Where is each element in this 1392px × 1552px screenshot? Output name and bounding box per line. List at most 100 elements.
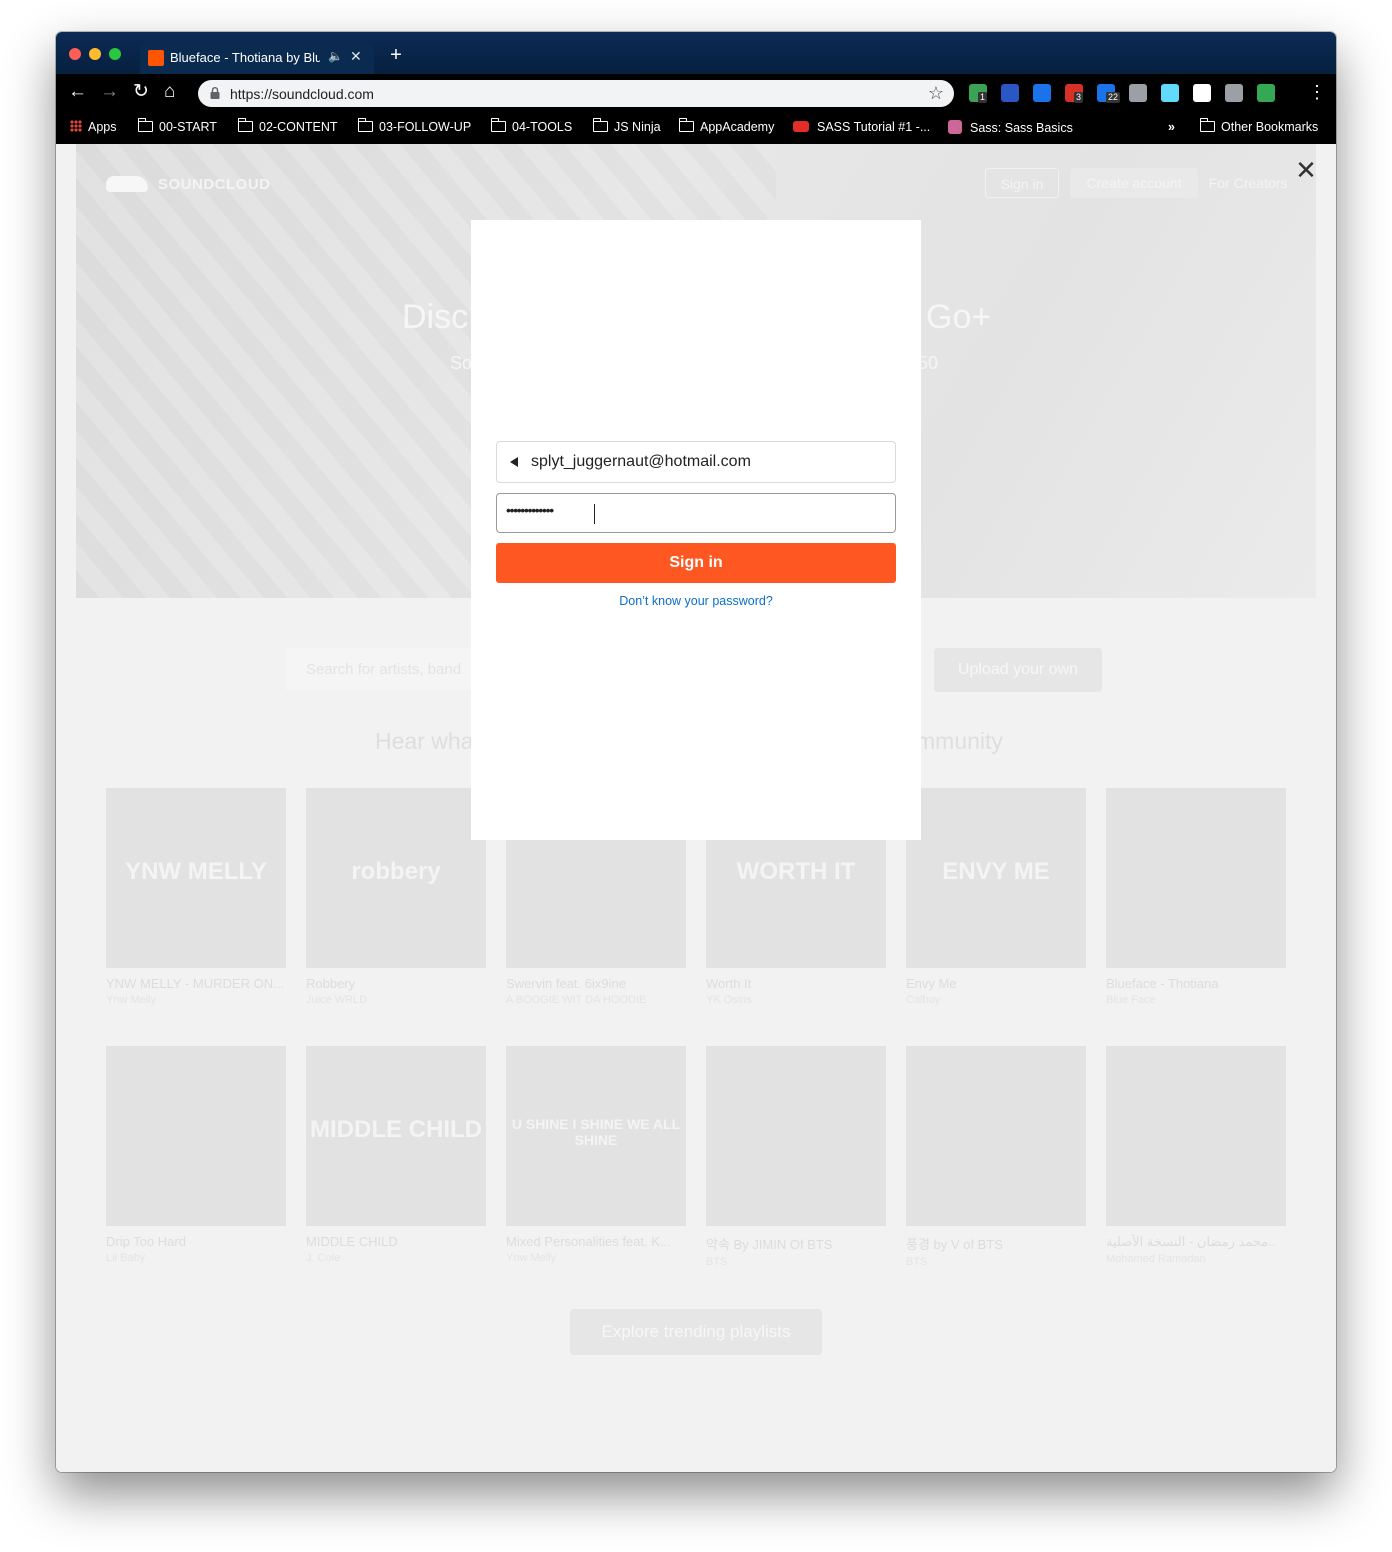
email-field[interactable]: splyt_juggernaut@hotmail.com (496, 441, 896, 483)
track-tile[interactable]: ENVY ME Envy Me Calboy (906, 788, 1086, 1006)
forward-arrow-icon[interactable]: → (100, 82, 119, 102)
extension-badge: 1 (978, 92, 988, 103)
target-ext-icon[interactable] (1193, 84, 1211, 102)
track-artwork[interactable]: MIDDLE CHILD (306, 1046, 486, 1226)
track-artwork[interactable] (106, 1046, 286, 1226)
new-tab-button[interactable]: + (386, 45, 406, 66)
tab-soundcloud[interactable]: Blueface - Thotiana by Blueface 🔈 ✕ (140, 41, 374, 74)
react-ext-icon[interactable] (1161, 84, 1179, 102)
email-value: splyt_juggernaut@hotmail.com (531, 453, 751, 470)
track-title[interactable]: 풍경 by V of BTS (906, 1234, 1086, 1253)
track-artwork[interactable] (706, 1046, 886, 1226)
check-ext-icon[interactable]: 1 (969, 84, 988, 103)
create-account-button[interactable]: Create account (1070, 168, 1198, 198)
bookmark-03-follow-up[interactable]: 03-FOLLOW-UP (357, 118, 471, 134)
zoom-window-button[interactable] (109, 48, 121, 60)
explore-playlists-button[interactable]: Explore trending playlists (570, 1309, 822, 1355)
bulb-ext-icon[interactable] (1129, 84, 1147, 102)
back-arrow-icon[interactable]: ← (68, 82, 87, 102)
text-caret (594, 504, 595, 524)
track-tile[interactable]: 풍경 by V of BTS BTS (906, 1046, 1086, 1268)
track-title[interactable]: Robbery (306, 976, 486, 991)
track-artwork[interactable]: ENVY ME (906, 788, 1086, 968)
bookmark-00-start[interactable]: 00-START (137, 118, 217, 134)
track-tile[interactable]: Blueface - Thotiana Blue Face (1106, 788, 1286, 1006)
track-artist[interactable]: Lil Baby (106, 1252, 286, 1264)
bookmark-appacademy[interactable]: AppAcademy (678, 118, 774, 134)
track-artist[interactable]: A BOOGIE WIT DA HOODIE (506, 994, 686, 1006)
bookmark-04-tools[interactable]: 04-TOOLS (490, 118, 572, 134)
password-field[interactable]: ••••••••••••• (496, 493, 896, 533)
plant-ext-icon[interactable] (1257, 84, 1275, 102)
upload-button[interactable]: Upload your own (934, 648, 1102, 692)
track-title[interactable]: Drip Too Hard (106, 1234, 286, 1249)
track-artwork[interactable] (1106, 1046, 1286, 1226)
track-tile[interactable]: robbery Robbery Juice WRLD (306, 788, 486, 1006)
close-modal-icon[interactable]: ✕ (1294, 157, 1318, 183)
track-artist[interactable]: Blue Face (1106, 994, 1286, 1006)
bookmarks-overflow-button[interactable]: » (1168, 120, 1175, 134)
soundcloud-logo[interactable]: SOUNDCLOUD (106, 176, 271, 193)
track-title[interactable]: Worth It (706, 976, 886, 991)
track-title[interactable]: Swervin feat. 6ix9ine (506, 976, 686, 991)
close-tab-icon[interactable]: ✕ (350, 48, 362, 65)
bookmark-sass-basics[interactable]: Sass: Sass Basics (948, 120, 1073, 135)
track-tile[interactable]: U SHINE I SHINE WE ALL SHINE Mixed Person… (506, 1046, 686, 1264)
bookmark-02-content[interactable]: 02-CONTENT (237, 118, 337, 134)
track-tile[interactable]: Drip Too Hard Lil Baby (106, 1046, 286, 1264)
header-signin-button[interactable]: Sign in (985, 168, 1059, 198)
signin-button[interactable]: Sign in (496, 543, 896, 583)
bookmark-apps[interactable]: Apps (70, 120, 117, 134)
sync-ext-icon[interactable] (1225, 84, 1243, 102)
track-artist[interactable]: J. Cole (306, 1252, 486, 1264)
home-icon[interactable]: ⌂ (164, 82, 175, 102)
bookmark-sass-tutorial[interactable]: SASS Tutorial #1 -... (793, 120, 930, 134)
grammarly-ext-icon[interactable] (1033, 84, 1051, 102)
bookmarks-bar: Apps 00-START 02-CONTENT 03-FOLLOW-UP 04… (56, 112, 1336, 144)
bookmark-star-icon[interactable]: ☆ (928, 83, 944, 104)
track-title[interactable]: MIDDLE CHILD (306, 1234, 486, 1249)
track-artist[interactable]: Calboy (906, 994, 1086, 1006)
minimize-window-button[interactable] (89, 48, 101, 60)
track-artist[interactable]: Mohamed Ramadan (1106, 1253, 1286, 1265)
forgot-password-link[interactable]: Don’t know your password? (496, 594, 896, 608)
track-artwork[interactable]: U SHINE I SHINE WE ALL SHINE (506, 1046, 686, 1226)
track-artist[interactable]: Ynw Melly (106, 994, 286, 1006)
signin-modal: splyt_juggernaut@hotmail.com •••••••••••… (471, 220, 921, 840)
track-artist[interactable]: Ynw Melly (506, 1252, 686, 1264)
other-bookmarks[interactable]: Other Bookmarks (1199, 118, 1319, 134)
track-title[interactable]: YNW MELLY - MURDER ON... (106, 976, 286, 991)
back-triangle-icon[interactable] (510, 457, 518, 467)
track-artwork[interactable]: YNW MELLY (106, 788, 286, 968)
address-bar[interactable]: https://soundcloud.com ☆ (198, 80, 954, 107)
artwork-text: MIDDLE CHILD (310, 1116, 482, 1143)
track-tile[interactable]: YNW MELLY YNW MELLY - MURDER ON... Ynw Mel… (106, 788, 286, 1006)
hero-sub-right: 50 (918, 353, 939, 373)
track-artist[interactable]: BTS (906, 1256, 1086, 1268)
track-title[interactable]: Envy Me (906, 976, 1086, 991)
flag-ext-icon[interactable] (1001, 84, 1019, 102)
track-artwork[interactable] (906, 1046, 1086, 1226)
track-title[interactable]: Mixed Personalities feat. K... (506, 1234, 686, 1249)
track-tile[interactable]: MIDDLE CHILD MIDDLE CHILD J. Cole (306, 1046, 486, 1264)
bookmark-label: Other Bookmarks (1221, 120, 1319, 134)
browser-window: Blueface - Thotiana by Blueface 🔈 ✕ + ← … (56, 32, 1336, 1472)
reload-icon[interactable]: ↻ (133, 82, 149, 102)
close-window-button[interactable] (69, 48, 81, 60)
menu-dots-icon[interactable]: ⋮ (1308, 82, 1326, 102)
bookmark-js-ninja[interactable]: JS Ninja (592, 118, 661, 134)
track-title[interactable]: Blueface - Thotiana (1106, 976, 1286, 991)
track-artist[interactable]: YK Osiris (706, 994, 886, 1006)
track-artwork[interactable] (1106, 788, 1286, 968)
track-title[interactable]: 약속 By JIMIN Of BTS (706, 1234, 886, 1253)
track-tile[interactable]: محمد رمضان - النسخة الأصلية.. Mohamed Ram… (1106, 1046, 1286, 1265)
for-creators-link[interactable]: For Creators (1208, 168, 1288, 198)
track-title[interactable]: محمد رمضان - النسخة الأصلية.. (1106, 1234, 1286, 1250)
calendar-ext-icon[interactable]: 22 (1097, 84, 1121, 103)
speaker-icon[interactable]: 🔈 (328, 49, 343, 63)
track-tile[interactable]: 약속 By JIMIN Of BTS BTS (706, 1046, 886, 1268)
track-artist[interactable]: Juice WRLD (306, 994, 486, 1006)
track-artist[interactable]: BTS (706, 1256, 886, 1268)
track-artwork[interactable]: robbery (306, 788, 486, 968)
todo-ext-icon[interactable]: 3 (1065, 84, 1084, 103)
